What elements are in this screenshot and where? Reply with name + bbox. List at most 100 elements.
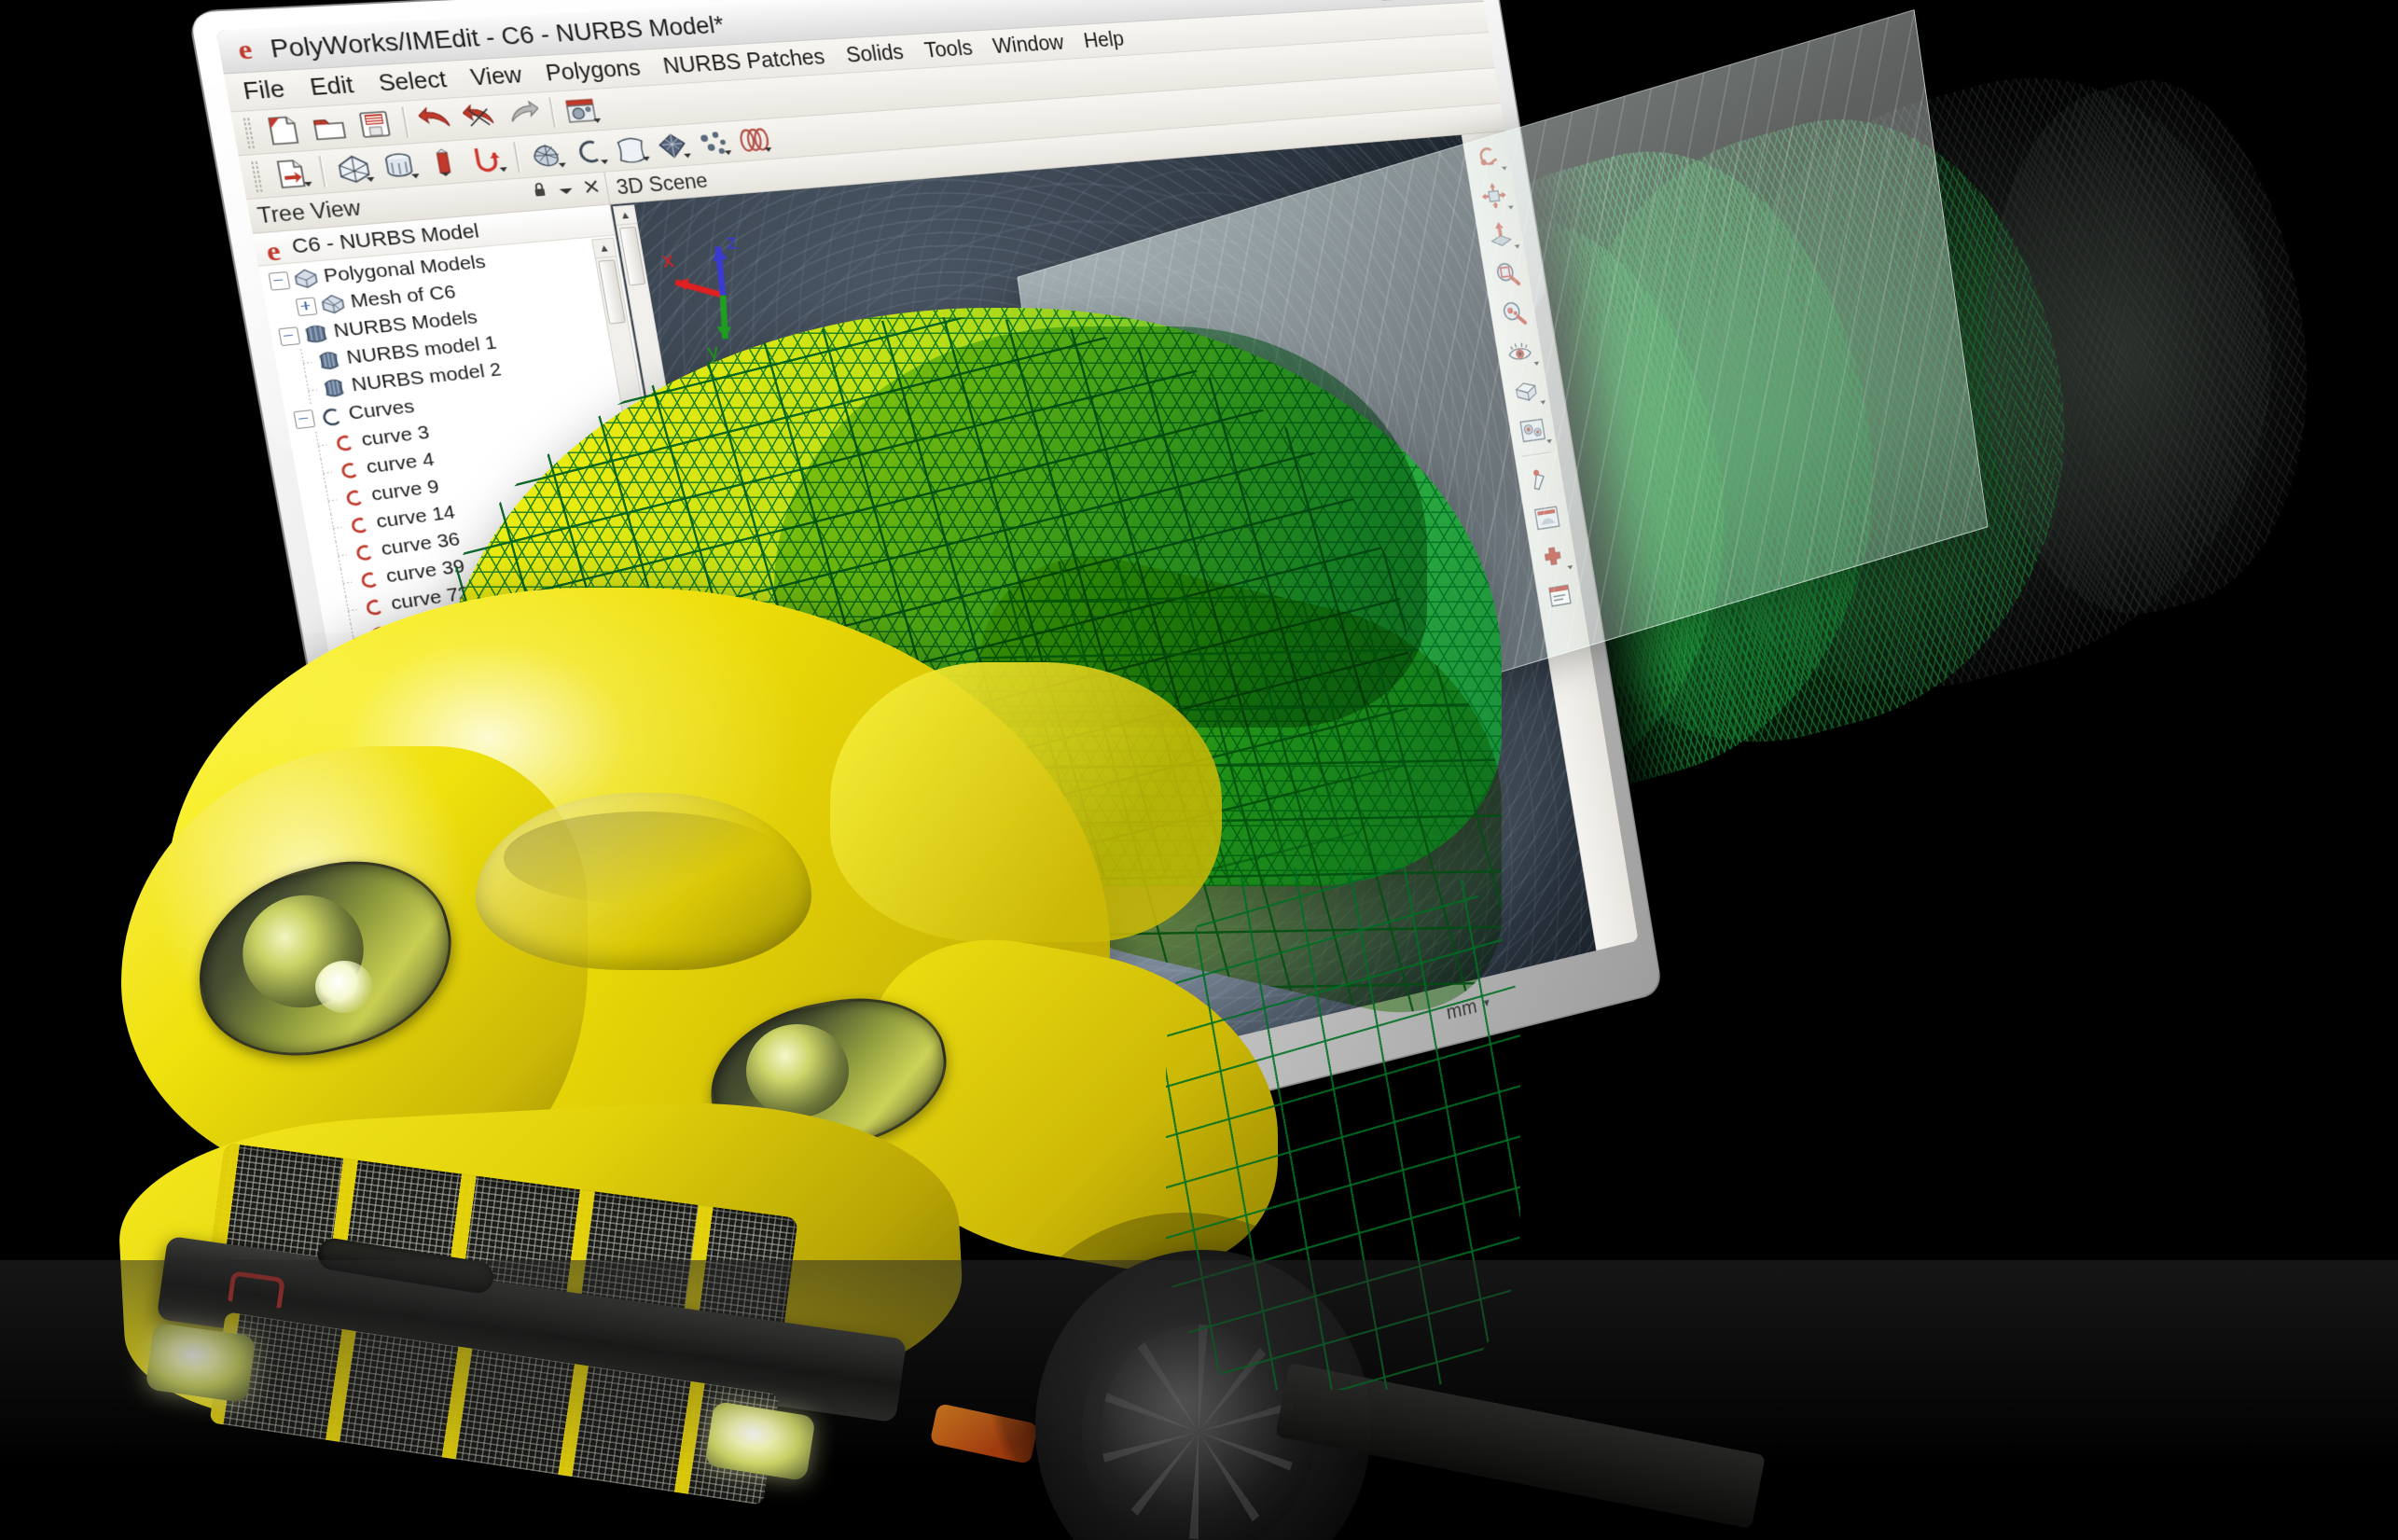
expander-plus-icon[interactable] [295,296,318,316]
tree-connector [312,458,340,488]
pencil-draw-icon[interactable] [420,144,466,183]
scroll-up-icon[interactable]: ▲ [613,205,637,226]
color-map-icon[interactable] [1525,496,1568,539]
axis-z-label: z [724,229,739,254]
toolbar-grip[interactable] [249,160,263,193]
mesh-patch-icon[interactable] [524,136,570,174]
render-settings-icon[interactable] [1511,409,1555,452]
red-curve-icon [335,458,362,481]
menu-window[interactable]: Window [991,31,1066,59]
align-axes-icon[interactable] [1472,175,1516,216]
undo-arrow-icon[interactable] [412,101,459,140]
tree-connector [367,758,395,789]
pick-probe-icon[interactable] [1519,458,1563,501]
e-logo-icon [260,237,286,259]
grid-patch-icon[interactable] [650,127,694,164]
menu-tools[interactable]: Tools [922,35,974,62]
tree-connector [347,649,374,680]
expander-minus-icon[interactable] [278,326,301,346]
polygon-model-icon[interactable] [330,149,379,188]
menu-select[interactable]: Select [377,66,449,96]
red-curve-icon [350,540,377,563]
tree-connector [357,704,384,735]
expander-minus-icon[interactable] [293,409,316,429]
red-curve-icon [345,513,372,536]
tree-connector [317,485,344,515]
tree-connector [292,348,319,378]
red-curve-icon [354,568,381,591]
toolbar-separator [513,142,521,173]
pin-icon[interactable] [531,182,549,204]
toolbar-separator [548,97,557,128]
red-curve-icon [384,731,411,756]
toolbar-separator [318,156,327,187]
close-icon[interactable] [583,179,601,200]
menu-edit[interactable]: Edit [308,72,355,101]
unit-label: mm [1444,992,1479,1024]
add-points-icon[interactable] [1532,535,1574,579]
report-icon[interactable] [1538,574,1581,617]
toolbar-separator [1521,451,1552,458]
curve-arc-icon[interactable] [567,133,612,172]
tree-connector [338,595,365,626]
toolbar-separator [401,106,410,138]
e-logo-icon [228,35,263,65]
undo-all-arrow-icon[interactable] [457,98,504,136]
nurbs-model-icon [302,322,330,344]
mesh-icon [319,293,347,315]
tree-view-controls [531,178,601,204]
window-controls: – ❐ ✕ [1377,0,1476,1]
polyworks-application-window: PolyWorks/IMEdit - C6 - NURBS Model* – ❐… [215,0,1639,1229]
scroll-up-icon[interactable]: ▲ [592,238,617,259]
tree-connector [298,375,325,405]
xyz-axis-triad: x y z [660,229,803,364]
red-curve-icon [360,595,387,618]
axis-y-label: y [706,340,721,364]
polygonal-model-icon [292,267,320,289]
red-boundary-curve-icon[interactable] [464,140,511,178]
menu-file[interactable]: File [241,76,286,104]
menu-help[interactable]: Help [1082,27,1126,53]
screenshot-canvas: PolyWorks/IMEdit - C6 - NURBS Model* – ❐… [0,0,2398,1540]
cylinder-primitive-icon[interactable] [375,146,423,186]
tree-connector [362,731,389,762]
chevron-down-icon[interactable] [557,181,575,201]
unit-dropdown-caret[interactable]: ▾ [1483,994,1491,1011]
axis-x-label: x [660,247,675,271]
camera-snapshot-icon[interactable] [560,91,604,130]
tree-connector [342,622,369,653]
red-curve-icon [395,785,422,810]
zoom-window-icon[interactable] [1485,254,1529,296]
menu-view[interactable]: View [468,62,523,91]
tree-connector [353,677,380,708]
minimize-button[interactable]: – [1377,0,1411,1]
open-folder-icon[interactable] [305,108,353,147]
red-curve-icon [380,704,407,728]
export-document-icon[interactable] [267,154,315,194]
nurbs-patch-icon[interactable] [609,130,653,167]
menu-nurbs-patches[interactable]: NURBS Patches [661,45,826,79]
loop-curves-icon[interactable] [732,121,775,159]
tree-item-label: edge [423,775,473,805]
menu-solids[interactable]: Solids [844,40,905,68]
redo-arrow-icon[interactable] [501,95,547,133]
tree-view-title: Tree View [255,195,363,228]
save-disk-icon[interactable] [351,104,398,144]
new-document-icon[interactable] [258,111,308,151]
red-curve-icon [330,431,357,454]
eye-visibility-icon[interactable] [1498,331,1542,373]
expander-minus-icon[interactable] [268,271,291,291]
zoom-object-icon[interactable] [1491,292,1535,334]
monitor-device: PolyWorks/IMEdit - C6 - NURBS Model* – ❐… [189,0,1662,1301]
point-cloud-icon[interactable] [692,124,735,161]
application-body: Tree View e C6 - NURBS Model Polygonal M… [246,104,1639,1229]
nurbs-model-icon [315,349,343,371]
menu-polygons[interactable]: Polygons [544,55,643,86]
tree-connector [372,786,399,817]
tree-connector [323,512,350,542]
rotate-curve-icon[interactable] [1465,136,1509,177]
bounding-box-icon[interactable] [1504,370,1548,412]
nurbs-model-icon [320,376,348,398]
toolbar-grip[interactable] [242,117,256,149]
translate-plane-icon[interactable] [1478,215,1522,256]
